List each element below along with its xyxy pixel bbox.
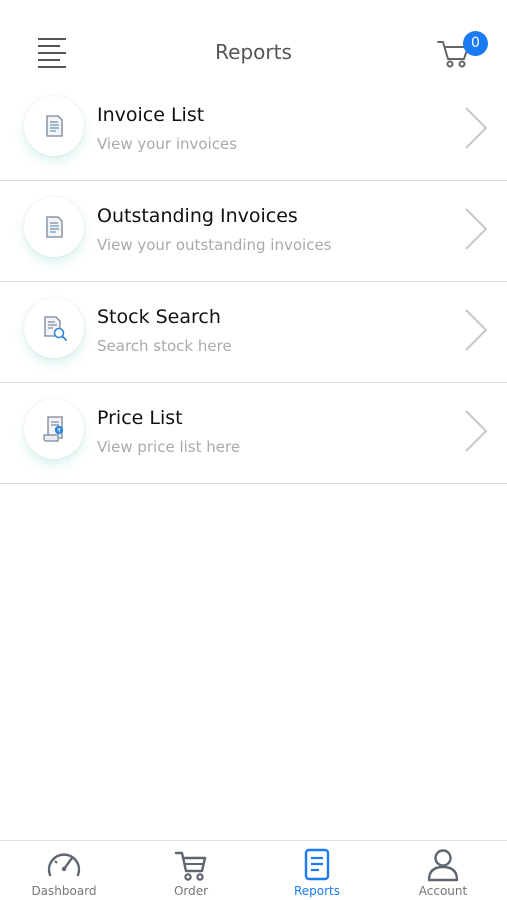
price-list-icon: ₹: [24, 399, 84, 459]
chevron-right-icon: [465, 410, 488, 452]
report-row-stock-search[interactable]: Stock Search Search stock here: [0, 282, 507, 383]
user-icon: [427, 849, 459, 882]
invoice-icon: [24, 96, 84, 156]
report-subtitle: View your outstanding invoices: [97, 236, 332, 254]
report-row-invoice-list[interactable]: Invoice List View your invoices: [0, 80, 507, 181]
tab-reports[interactable]: Reports: [254, 841, 380, 900]
page-title: Reports: [215, 40, 292, 64]
report-row-price-list[interactable]: ₹ Price List View price list here: [0, 383, 507, 484]
report-row-outstanding-invoices[interactable]: Outstanding Invoices View your outstandi…: [0, 181, 507, 282]
report-subtitle: View your invoices: [97, 135, 238, 153]
report-title: Price List: [97, 407, 183, 429]
report-title: Outstanding Invoices: [97, 205, 298, 227]
chevron-right-icon: [465, 107, 488, 149]
tab-label: Order: [173, 884, 209, 898]
reports-list: Invoice List View your invoices Outstand…: [0, 80, 507, 484]
document-icon: [304, 848, 330, 881]
report-title: Stock Search: [97, 306, 221, 328]
stock-search-icon: [24, 298, 84, 358]
report-title: Invoice List: [97, 104, 205, 126]
bottom-tab-bar: Dashboard Order Reports Account: [0, 840, 507, 900]
tab-account[interactable]: Account: [380, 841, 506, 900]
tab-label: Account: [418, 884, 468, 898]
invoice-icon: [24, 197, 84, 257]
cart-count-badge: 0: [463, 31, 488, 56]
svg-text:₹: ₹: [57, 427, 61, 434]
cart-icon: [174, 851, 207, 881]
tab-label: Dashboard: [31, 884, 97, 898]
speedometer-icon: [47, 853, 81, 877]
tab-order[interactable]: Order: [128, 841, 254, 900]
tab-label: Reports: [293, 884, 341, 898]
report-subtitle: Search stock here: [97, 337, 232, 355]
report-subtitle: View price list here: [97, 438, 241, 456]
chevron-right-icon: [465, 309, 488, 351]
tab-dashboard[interactable]: Dashboard: [1, 841, 127, 900]
chevron-right-icon: [465, 208, 488, 250]
